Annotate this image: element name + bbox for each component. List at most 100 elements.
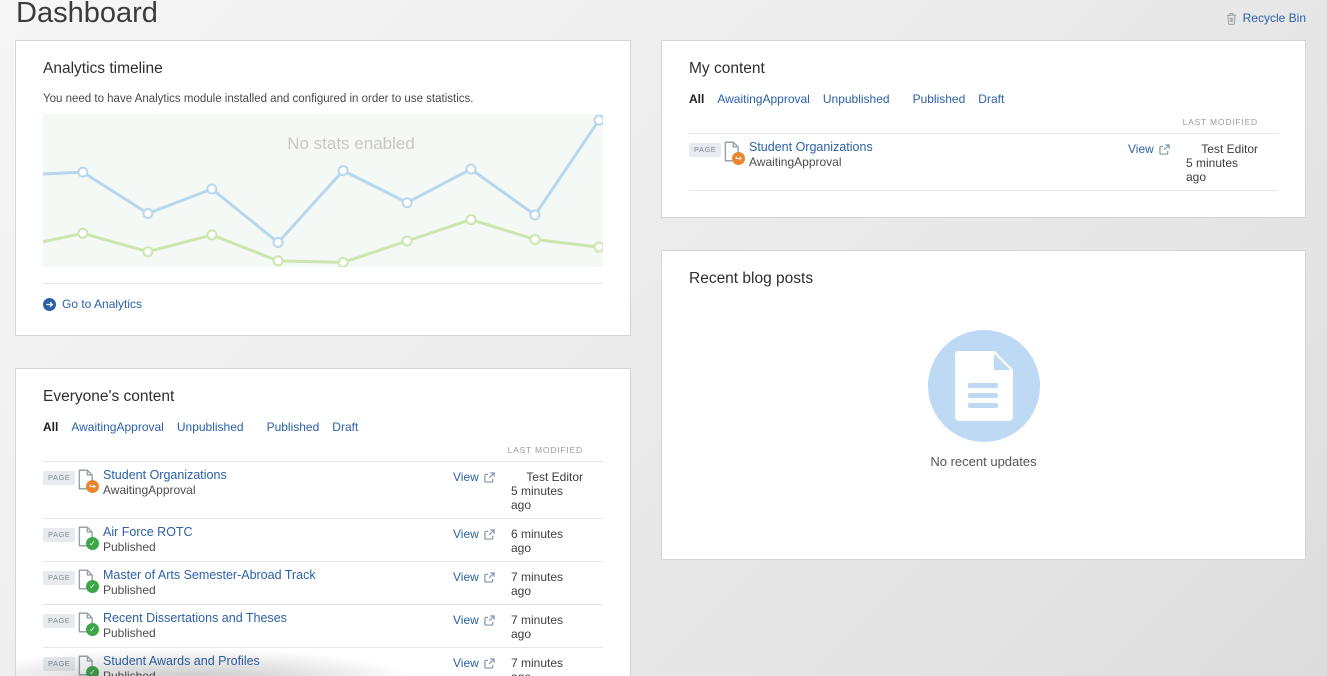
- content-title-link[interactable]: Student Organizations: [749, 140, 1128, 154]
- last-modified-cell: 7 minutes ago: [511, 610, 603, 641]
- last-modified-column-header: LAST MODIFIED: [43, 445, 603, 455]
- blog-document-icon: [955, 351, 1013, 421]
- filter-all[interactable]: All: [43, 420, 58, 434]
- blue-series-point: [78, 168, 87, 177]
- filter-unpublished[interactable]: Unpublished: [177, 420, 244, 434]
- filter-all[interactable]: All: [689, 92, 704, 106]
- circle-arrow-icon: [43, 298, 56, 311]
- filter-published[interactable]: Published: [913, 92, 966, 106]
- page-type-badge: PAGE: [43, 528, 75, 542]
- everyones-content-title: Everyone's content: [43, 388, 603, 406]
- analytics-chart-area: No stats enabled: [43, 114, 603, 267]
- modified-ago: 7 minutes ago: [511, 613, 583, 641]
- external-link-icon[interactable]: [484, 658, 495, 669]
- last-modified-cell: Test Editor 5 minutes ago: [1186, 139, 1278, 184]
- external-link-icon[interactable]: [484, 529, 495, 540]
- status-dot-icon: ✓↪: [86, 580, 99, 593]
- view-link[interactable]: View: [1128, 142, 1154, 156]
- status-dot-icon: ✓↪: [86, 666, 99, 676]
- everyones-content-card: Everyone's content All AwaitingApproval …: [15, 368, 631, 676]
- my-content-title: My content: [689, 60, 1278, 78]
- chart-overlay-text: No stats enabled: [287, 134, 415, 154]
- analytics-card: Analytics timeline You need to have Anal…: [15, 40, 631, 336]
- green-series-point: [467, 215, 476, 224]
- content-status: AwaitingApproval: [749, 155, 1128, 169]
- modified-ago: 7 minutes ago: [511, 656, 583, 676]
- recent-blog-posts-title: Recent blog posts: [689, 270, 1278, 288]
- content-title-link[interactable]: Master of Arts Semester-Abroad Track: [103, 568, 453, 582]
- blue-series-point: [403, 198, 412, 207]
- table-row: PAGE ✓↪ Student Organizations AwaitingAp…: [689, 133, 1278, 191]
- status-dot-icon: ✓↪: [86, 537, 99, 550]
- external-link-icon[interactable]: [484, 615, 495, 626]
- green-series-point: [403, 237, 412, 246]
- blue-series-point: [531, 211, 540, 220]
- page-type-badge: PAGE: [43, 657, 75, 671]
- document-status-icon: ✓↪: [77, 469, 95, 491]
- content-title-link[interactable]: Air Force ROTC: [103, 525, 453, 539]
- document-status-icon: ✓↪: [723, 141, 741, 163]
- page-title: Dashboard: [16, 0, 158, 32]
- filter-unpublished[interactable]: Unpublished: [823, 92, 890, 106]
- modified-ago: 5 minutes ago: [1186, 156, 1258, 184]
- external-link-icon[interactable]: [1159, 144, 1170, 155]
- document-status-icon: ✓↪: [77, 526, 95, 548]
- content-status: Published: [103, 540, 453, 554]
- go-to-analytics-link[interactable]: Go to Analytics: [43, 297, 603, 311]
- view-link[interactable]: View: [453, 470, 479, 484]
- my-content-table: PAGE ✓↪ Student Organizations AwaitingAp…: [689, 133, 1278, 191]
- last-modified-cell: Test Editor 5 minutes ago: [511, 467, 603, 512]
- filter-published[interactable]: Published: [267, 420, 320, 434]
- divider: [43, 283, 603, 284]
- filter-awaiting-approval[interactable]: AwaitingApproval: [717, 92, 810, 106]
- table-row: PAGE ✓↪ Recent Dissertations and Theses …: [43, 605, 603, 648]
- table-row: PAGE ✓↪ Student Organizations AwaitingAp…: [43, 461, 603, 519]
- recycle-bin-label: Recycle Bin: [1243, 11, 1306, 25]
- view-link[interactable]: View: [453, 656, 479, 670]
- everyones-content-filters: All AwaitingApproval Unpublished Publish…: [43, 420, 603, 434]
- green-series-point: [274, 256, 283, 265]
- last-modified-cell: 7 minutes ago: [511, 653, 603, 676]
- document-status-icon: ✓↪: [77, 655, 95, 676]
- content-status: Published: [103, 626, 453, 640]
- content-status: Published: [103, 583, 453, 597]
- content-title-link[interactable]: Student Organizations: [103, 468, 453, 482]
- blue-series-point: [467, 165, 476, 174]
- green-series-point: [339, 258, 348, 267]
- last-modified-cell: 7 minutes ago: [511, 567, 603, 598]
- green-series-point: [78, 229, 87, 238]
- view-link[interactable]: View: [453, 570, 479, 584]
- empty-state-circle: [928, 330, 1040, 442]
- document-status-icon: ✓↪: [77, 612, 95, 634]
- content-title-link[interactable]: Student Awards and Profiles: [103, 654, 453, 668]
- go-to-analytics-label: Go to Analytics: [62, 297, 142, 311]
- my-content-filters: All AwaitingApproval Unpublished Publish…: [689, 92, 1278, 106]
- content-title-link[interactable]: Recent Dissertations and Theses: [103, 611, 453, 625]
- external-link-icon[interactable]: [484, 472, 495, 483]
- status-dot-icon: ✓↪: [732, 152, 745, 165]
- modified-ago: 7 minutes ago: [511, 570, 583, 598]
- green-series-point: [531, 235, 540, 244]
- view-link[interactable]: View: [453, 527, 479, 541]
- last-modified-cell: 6 minutes ago: [511, 524, 603, 555]
- analytics-description: You need to have Analytics module instal…: [43, 93, 603, 105]
- content-status: AwaitingApproval: [103, 483, 453, 497]
- modified-by: Test Editor: [1201, 142, 1258, 156]
- filter-draft[interactable]: Draft: [332, 420, 358, 434]
- green-series-point: [207, 230, 216, 239]
- view-link[interactable]: View: [453, 613, 479, 627]
- status-dot-icon: ✓↪: [86, 480, 99, 493]
- table-row: PAGE ✓↪ Master of Arts Semester-Abroad T…: [43, 562, 603, 605]
- green-series-point: [595, 243, 604, 252]
- external-link-icon[interactable]: [484, 572, 495, 583]
- filter-awaiting-approval[interactable]: AwaitingApproval: [71, 420, 164, 434]
- document-status-icon: ✓↪: [77, 569, 95, 591]
- filter-draft[interactable]: Draft: [978, 92, 1004, 106]
- recycle-bin-link[interactable]: Recycle Bin: [1226, 11, 1306, 25]
- last-modified-column-header: LAST MODIFIED: [689, 117, 1278, 127]
- trash-icon: [1226, 12, 1237, 25]
- page-type-badge: PAGE: [43, 614, 75, 628]
- blue-series-point: [207, 185, 216, 194]
- page-type-badge: PAGE: [43, 571, 75, 585]
- table-row: PAGE ✓↪ Air Force ROTC Published View 6 …: [43, 519, 603, 562]
